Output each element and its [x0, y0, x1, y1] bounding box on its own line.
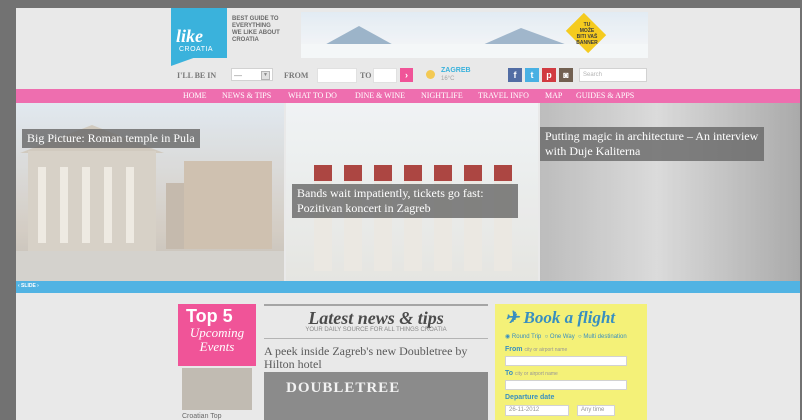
main-nav: HOME NEWS & TIPS WHAT TO DO DINE & WINE … [16, 89, 800, 103]
nav-item-what-to-do[interactable]: WHAT TO DO [288, 91, 337, 100]
twitter-icon[interactable]: t [525, 68, 539, 82]
top5-image[interactable] [182, 368, 252, 410]
option-label: One Way [549, 334, 575, 340]
performer-figure [314, 165, 332, 271]
performer-figure [344, 165, 362, 271]
news-image-text: DOUBLETREE [286, 380, 401, 396]
trip-type-options: ◉ Round Trip ○ One Way ○ Multi destinati… [505, 333, 627, 340]
logo-subtext: CROATIA [179, 46, 214, 53]
tagline-line: BEST GUIDE TO [232, 16, 279, 22]
top5-caption[interactable]: Croatian Top [182, 413, 252, 420]
nav-item-map[interactable]: MAP [545, 91, 562, 100]
nav-item-nightlife[interactable]: NIGHTLIFE [421, 91, 463, 100]
slide-caption[interactable]: Big Picture: Roman temple in Pula [22, 129, 200, 148]
temple-column [82, 167, 90, 243]
departure-date-label: Departure date [505, 394, 555, 401]
top5-box[interactable]: Top 5 Upcoming Events [178, 304, 256, 366]
tagline-line: EVERYTHING [232, 23, 271, 29]
trip-search-bar: I'LL BE IN — ▼ FROM TO › ZAGREB 16°C f t … [171, 65, 649, 87]
performer-figure [494, 165, 512, 271]
performer-figure [464, 165, 482, 271]
sign-line: BANNER [576, 40, 598, 46]
temple-column [60, 167, 68, 243]
tagline-line: CROATIA [232, 37, 259, 43]
radio-multi-destination[interactable]: ○ Multi destination [578, 334, 627, 340]
from-date-input[interactable] [317, 68, 357, 83]
label-text: From [505, 346, 523, 353]
option-label: Round Trip [511, 334, 542, 340]
temple-steps [16, 251, 284, 281]
weather-city[interactable]: ZAGREB [441, 67, 471, 74]
departure-time-select[interactable]: Any time [577, 405, 615, 416]
performer-figure [434, 165, 452, 271]
select-value: — [234, 71, 242, 80]
building-shape [166, 183, 184, 249]
logo-text: like [176, 26, 203, 46]
slide-duje-kaliterna[interactable]: Putting magic in architecture – An inter… [540, 103, 800, 281]
temple-column [126, 167, 134, 243]
divider [264, 304, 488, 306]
slide-pozitivan-koncert[interactable]: Bands wait impatiently, tickets go fast:… [286, 103, 538, 281]
departure-date-input[interactable]: 26-11-2012 [505, 405, 569, 416]
news-section-title: Latest news & tips [308, 308, 444, 328]
top5-subtitle: Upcoming Events [189, 325, 245, 354]
slider-nav[interactable]: ‹ SLIDE › [18, 283, 39, 289]
performer-figure [404, 165, 422, 271]
banner-sign-text: TU MOŽE BITI VAŠ BANNER [569, 22, 605, 46]
radio-one-way[interactable]: ○ One Way [545, 334, 575, 340]
tagline: BEST GUIDE TO EVERYTHING WE LIKE ABOUT C… [232, 16, 302, 44]
slide-caption[interactable]: Putting magic in architecture – An inter… [540, 127, 764, 161]
tagline-line: WE LIKE ABOUT [232, 30, 280, 36]
go-button[interactable]: › [400, 68, 413, 82]
label-text: To [505, 370, 514, 377]
divider [264, 338, 488, 339]
page-body: like CROATIA BEST GUIDE TO EVERYTHING WE… [16, 8, 800, 420]
nav-item-travel-info[interactable]: TRAVEL INFO [478, 91, 529, 100]
hint-text: city or airport name [515, 371, 558, 377]
temple-body [28, 151, 156, 251]
book-flight-title: ✈ Book a flight [505, 308, 615, 328]
to-field-label: To city or airport name [505, 370, 558, 377]
nav-item-dine-wine[interactable]: DINE & WINE [355, 91, 405, 100]
slide-caption[interactable]: Bands wait impatiently, tickets go fast:… [292, 184, 518, 218]
slide-roman-temple[interactable]: Big Picture: Roman temple in Pula [16, 103, 284, 281]
ill-be-in-label: I'LL BE IN [177, 71, 217, 80]
radio-round-trip[interactable]: ◉ Round Trip [505, 334, 541, 340]
building-shape [184, 161, 272, 249]
performer-figure [374, 165, 392, 271]
destination-select[interactable]: — ▼ [231, 68, 273, 81]
from-label: FROM [284, 71, 309, 80]
nav-item-guides-apps[interactable]: GUIDES & APPS [576, 91, 634, 100]
to-label: TO [360, 71, 372, 80]
pinterest-icon[interactable]: p [542, 68, 556, 82]
nav-item-home[interactable]: HOME [183, 91, 207, 100]
snow-field [301, 44, 648, 58]
nav-item-news-tips[interactable]: NEWS & TIPS [222, 91, 271, 100]
option-label: Multi destination [583, 334, 627, 340]
chevron-down-icon: ▼ [261, 71, 270, 80]
to-date-input[interactable] [373, 68, 397, 83]
temple-column [104, 167, 112, 243]
plane-icon: ✈ [505, 308, 524, 327]
news-section-subtitle: YOUR DAILY SOURCE FOR ALL THINGS CROATIA [305, 327, 447, 333]
from-field-label: From city or airport name [505, 346, 567, 353]
to-airport-input[interactable] [505, 380, 627, 390]
ad-banner[interactable]: TU MOŽE BITI VAŠ BANNER [301, 12, 648, 58]
temple-column [38, 167, 46, 243]
search-input[interactable]: Search [579, 68, 647, 82]
slider-controls: ‹ SLIDE › [16, 281, 800, 293]
facebook-icon[interactable]: f [508, 68, 522, 82]
from-airport-input[interactable] [505, 356, 627, 366]
hint-text: city or airport name [524, 347, 568, 353]
top5-title: Top 5 [186, 306, 233, 326]
book-flight-widget: ✈ Book a flight ◉ Round Trip ○ One Way ○… [495, 304, 647, 420]
sun-icon [426, 70, 435, 79]
news-item-link[interactable]: A peek inside Zagreb's new Doubletree by… [264, 345, 484, 371]
instagram-icon[interactable]: ◙ [559, 68, 573, 82]
weather-temperature: 16°C [441, 76, 455, 82]
book-flight-title-text: Book a flight [523, 308, 616, 327]
